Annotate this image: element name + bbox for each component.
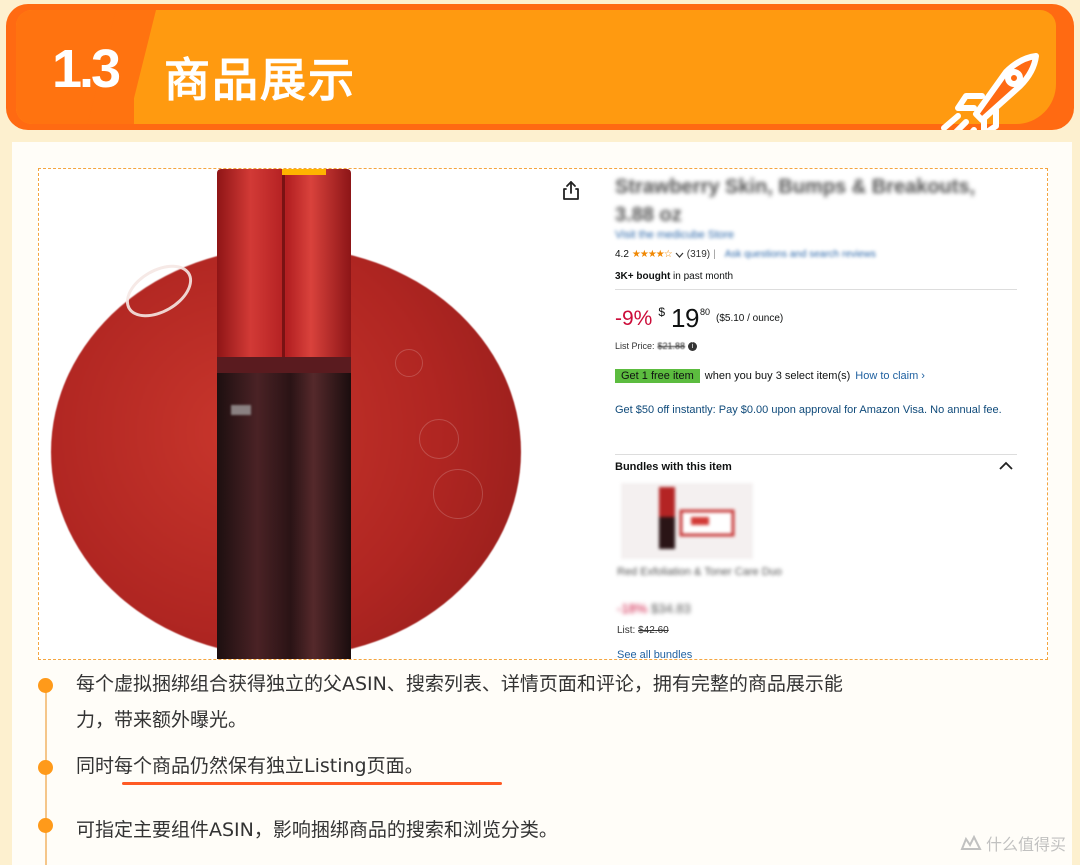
bullet-1-line-1: 每个虚拟捆绑组合获得独立的父ASIN、搜索列表、详情页面和评论，拥有完整的商品展… <box>76 673 843 695</box>
price-whole: 19 <box>671 303 699 333</box>
price-fraction: 80 <box>699 307 710 317</box>
bundle-discount: -18% <box>617 601 648 616</box>
list-price-value: $21.88 <box>657 341 686 351</box>
visa-offer[interactable]: Get $50 off instantly: Pay $0.00 upon ap… <box>615 401 1015 419</box>
rating-value: 4.2 <box>615 249 629 260</box>
sphere-bubble <box>419 419 459 459</box>
bundle-image[interactable] <box>621 483 753 559</box>
chevron-down-icon[interactable] <box>675 252 684 258</box>
rating-count[interactable]: (319) <box>687 249 710 260</box>
bundle-list-price: List: $42.60 <box>617 625 669 636</box>
product-screenshot-frame: Strawberry Skin, Bumps & Breakouts, 3.88… <box>38 168 1048 660</box>
see-all-bundles-link[interactable]: See all bundles <box>617 649 692 659</box>
price-symbol: $ <box>658 305 666 319</box>
rating-divider: | <box>713 249 716 260</box>
price-row: -9% $ 19 80 ($5.10 / ounce) <box>615 303 783 334</box>
highlight-underline <box>122 782 502 785</box>
section-title: 商品展示 <box>164 53 356 107</box>
sphere-bubble <box>395 349 423 377</box>
bullet-text-2: 同时每个商品仍然保有独立Listing页面。 <box>76 755 424 777</box>
bought-badge: 3K+ bought in past month <box>615 271 733 282</box>
banner-inner: 1.3 商品展示 <box>16 10 1056 124</box>
sphere-bubble <box>433 469 483 519</box>
discount-percent: -9% <box>615 307 653 330</box>
bullet-dot <box>38 678 53 693</box>
bullet-1-line-2: 力，带来额外曝光。 <box>76 709 248 731</box>
watermark: 什么值得买 <box>960 831 1066 855</box>
bundle-name[interactable]: Red Exfoliation & Toner Care Duo <box>617 565 782 580</box>
ask-questions-link[interactable]: Ask questions and search reviews <box>725 249 876 260</box>
bottle-logo-mark <box>231 405 251 415</box>
rating-stars-icon[interactable]: ★★★★☆ <box>632 249 673 260</box>
list-price-row: List Price: $21.88 i <box>615 341 698 351</box>
bought-period: in past month <box>670 271 734 282</box>
section-number: 1.3 <box>52 39 121 99</box>
bought-count: 3K+ bought <box>615 271 671 282</box>
info-icon[interactable]: i <box>688 341 698 351</box>
bundle-list-value: $42.60 <box>638 625 669 636</box>
bundles-title: Bundles with this item <box>615 461 732 473</box>
promo-row: Get 1 free item when you buy 3 select it… <box>615 369 925 383</box>
product-title[interactable]: Strawberry Skin, Bumps & Breakouts, 3.88… <box>615 173 995 229</box>
watermark-text: 什么值得买 <box>985 835 1066 854</box>
bullet-dot <box>38 818 53 833</box>
watermark-logo-icon <box>960 835 982 850</box>
promo-badge: Get 1 free item <box>615 369 700 383</box>
bundle-price-value: $34.83 <box>650 601 691 616</box>
list-price-label: List Price: <box>615 341 655 351</box>
bottle-cap-seam <box>282 169 285 357</box>
chevron-up-icon[interactable] <box>999 461 1013 471</box>
bundle-price: -18% $34.83 <box>617 601 691 616</box>
promo-text: when you buy 3 select item(s) <box>704 370 851 382</box>
bottle-cap-tab <box>282 169 326 175</box>
unit-price: ($5.10 / ounce) <box>715 313 784 324</box>
bundle-list-label: List: <box>617 625 636 636</box>
rating-row: 4.2 ★★★★☆ (319) | Ask questions and sear… <box>615 249 876 260</box>
bullet-text-1: 每个虚拟捆绑组合获得独立的父ASIN、搜索列表、详情页面和评论，拥有完整的商品展… <box>76 666 843 738</box>
rocket-icon <box>941 53 1039 130</box>
bottle-body <box>217 357 351 659</box>
store-link[interactable]: Visit the medicube Store <box>615 229 734 241</box>
divider <box>615 289 1017 290</box>
how-to-claim-link[interactable]: How to claim › <box>855 370 925 382</box>
share-icon[interactable] <box>561 179 581 201</box>
divider <box>615 454 1017 455</box>
bullet-text-3: 可指定主要组件ASIN，影响捆绑商品的搜索和浏览分类。 <box>76 819 558 841</box>
bottle-ring <box>217 357 351 373</box>
bullet-dot <box>38 760 53 775</box>
section-banner: 1.3 商品展示 <box>6 4 1074 130</box>
